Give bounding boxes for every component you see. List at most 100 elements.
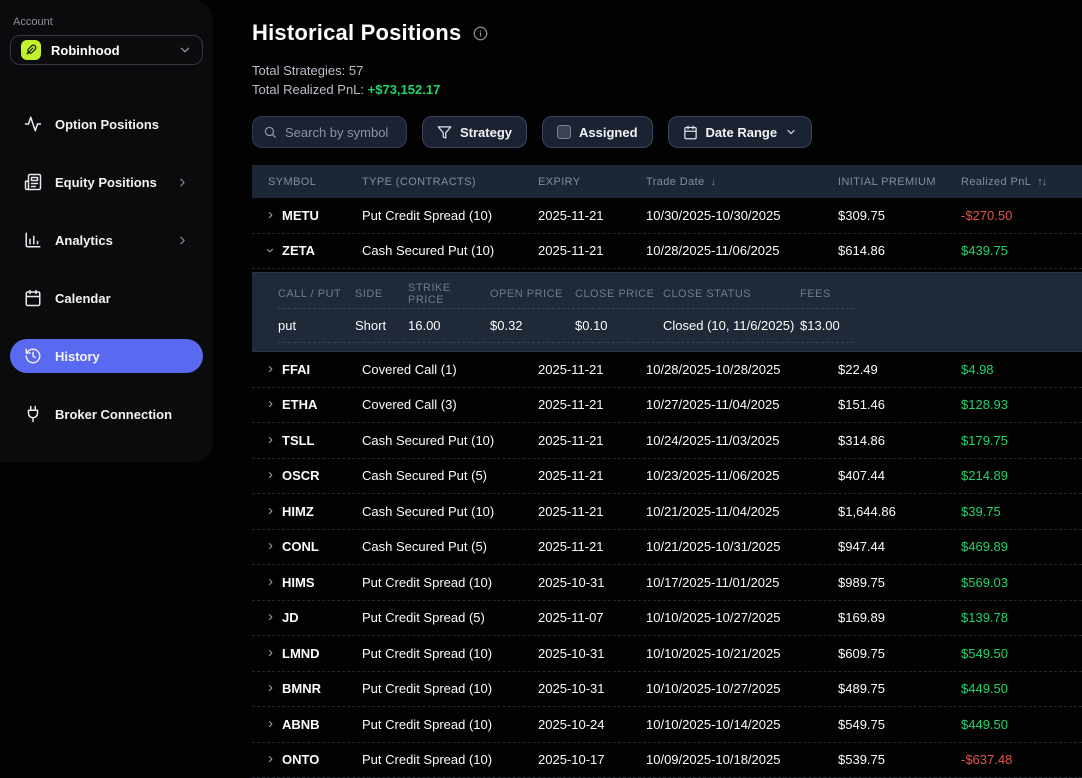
table-row[interactable]: › ZETA Cash Secured Put (10) 2025-11-21 … xyxy=(252,234,1082,270)
sidebar-item-label: Analytics xyxy=(55,233,163,248)
table-row[interactable]: › BMNR Put Credit Spread (10) 2025-10-31… xyxy=(252,672,1082,708)
sidebar-item-calendar[interactable]: Calendar xyxy=(10,281,203,315)
sidebar-item-broker-connection[interactable]: Broker Connection xyxy=(10,397,203,431)
row-realized-pnl: $139.78 xyxy=(961,610,1082,625)
row-trade-date: 10/23/2025-11/06/2025 xyxy=(646,468,838,483)
search-input[interactable] xyxy=(285,125,396,140)
row-trade-date: 10/28/2025-10/28/2025 xyxy=(646,362,838,377)
table-row[interactable]: › ONTO Put Credit Spread (10) 2025-10-17… xyxy=(252,743,1082,778)
row-realized-pnl: $214.89 xyxy=(961,468,1082,483)
row-realized-pnl: -$637.48 xyxy=(961,752,1082,767)
row-expand-chevron-icon[interactable]: › xyxy=(268,538,273,553)
row-trade-date: 10/30/2025-10/30/2025 xyxy=(646,208,838,223)
row-expand-chevron-icon[interactable]: › xyxy=(268,503,273,518)
column-header-initial-premium: INITIAL PREMIUM xyxy=(838,176,961,188)
row-expand-chevron-icon[interactable]: › xyxy=(268,432,273,447)
row-initial-premium: $614.86 xyxy=(838,243,961,258)
page-title: Historical Positions xyxy=(252,20,461,46)
robinhood-logo-icon xyxy=(21,40,41,60)
detail-column-header: FEES xyxy=(800,288,854,300)
account-label: Account xyxy=(13,16,213,28)
column-header-symbol: SYMBOL xyxy=(268,176,362,188)
row-symbol: LMND xyxy=(282,646,320,661)
sidebar-item-history[interactable]: History xyxy=(10,339,203,373)
expanded-position-detail: CALL / PUTSIDESTRIKE PRICEOPEN PRICECLOS… xyxy=(252,272,1082,352)
table-row[interactable]: › METU Put Credit Spread (10) 2025-11-21… xyxy=(252,198,1082,234)
row-type: Put Credit Spread (10) xyxy=(362,681,538,696)
row-type: Put Credit Spread (10) xyxy=(362,208,538,223)
row-expand-chevron-icon[interactable]: › xyxy=(268,609,273,624)
row-initial-premium: $609.75 xyxy=(838,646,961,661)
row-initial-premium: $1,644.86 xyxy=(838,504,961,519)
table-row[interactable]: › CONL Cash Secured Put (5) 2025-11-21 1… xyxy=(252,530,1082,566)
table-row[interactable]: › ABNB Put Credit Spread (10) 2025-10-24… xyxy=(252,707,1082,743)
strategy-filter-button[interactable]: Strategy xyxy=(422,116,527,148)
row-expand-chevron-icon[interactable]: › xyxy=(268,716,273,731)
row-symbol: JD xyxy=(282,610,299,625)
row-initial-premium: $22.49 xyxy=(838,362,961,377)
detail-column-header: CLOSE STATUS xyxy=(663,288,800,300)
row-expiry: 2025-10-31 xyxy=(538,681,646,696)
sidebar-item-equity-positions[interactable]: Equity Positions xyxy=(10,165,203,199)
sidebar-item-option-positions[interactable]: Option Positions xyxy=(10,107,203,141)
detail-column-header: CLOSE PRICE xyxy=(575,288,663,300)
row-trade-date: 10/17/2025-11/01/2025 xyxy=(646,575,838,590)
table-row[interactable]: › JD Put Credit Spread (5) 2025-11-07 10… xyxy=(252,601,1082,637)
sidebar-item-label: Equity Positions xyxy=(55,175,163,190)
row-expand-chevron-icon[interactable]: › xyxy=(268,680,273,695)
row-expiry: 2025-11-07 xyxy=(538,610,646,625)
row-expand-chevron-icon[interactable]: › xyxy=(268,396,273,411)
sidebar-item-analytics[interactable]: Analytics xyxy=(10,223,203,257)
table-row[interactable]: › HIMZ Cash Secured Put (10) 2025-11-21 … xyxy=(252,494,1082,530)
row-initial-premium: $314.86 xyxy=(838,433,961,448)
row-symbol: ABNB xyxy=(282,717,320,732)
row-trade-date: 10/10/2025-10/14/2025 xyxy=(646,717,838,732)
row-realized-pnl: $549.50 xyxy=(961,646,1082,661)
row-realized-pnl: $128.93 xyxy=(961,397,1082,412)
account-selector[interactable]: Robinhood xyxy=(10,35,203,65)
table-row[interactable]: › ETHA Covered Call (3) 2025-11-21 10/27… xyxy=(252,388,1082,424)
table-row[interactable]: › LMND Put Credit Spread (10) 2025-10-31… xyxy=(252,636,1082,672)
row-expiry: 2025-11-21 xyxy=(538,468,646,483)
row-symbol: OSCR xyxy=(282,468,320,483)
row-symbol: ETHA xyxy=(282,397,317,412)
search-box[interactable] xyxy=(252,116,407,148)
row-expand-chevron-icon[interactable]: › xyxy=(268,574,273,589)
row-expand-chevron-icon[interactable]: › xyxy=(268,751,273,766)
search-icon xyxy=(263,125,277,139)
sidebar-item-label: Calendar xyxy=(55,291,189,306)
row-expiry: 2025-10-31 xyxy=(538,646,646,661)
row-expand-chevron-icon[interactable]: › xyxy=(268,645,273,660)
date-range-button[interactable]: Date Range xyxy=(668,116,813,148)
detail-column-header: CALL / PUT xyxy=(278,288,355,300)
row-expand-chevron-icon[interactable]: › xyxy=(268,207,273,222)
row-type: Cash Secured Put (10) xyxy=(362,504,538,519)
sidebar-item-label: Option Positions xyxy=(55,117,189,132)
row-realized-pnl: $469.89 xyxy=(961,539,1082,554)
table-row[interactable]: › TSLL Cash Secured Put (10) 2025-11-21 … xyxy=(252,423,1082,459)
assigned-filter-button[interactable]: Assigned xyxy=(542,116,653,148)
row-type: Covered Call (1) xyxy=(362,362,538,377)
row-trade-date: 10/27/2025-11/04/2025 xyxy=(646,397,838,412)
row-expand-chevron-icon[interactable]: › xyxy=(268,361,273,376)
row-symbol: TSLL xyxy=(282,433,315,448)
table-row[interactable]: › FFAI Covered Call (1) 2025-11-21 10/28… xyxy=(252,352,1082,388)
row-type: Covered Call (3) xyxy=(362,397,538,412)
row-symbol: CONL xyxy=(282,539,319,554)
column-header-trade-date[interactable]: Trade Date↓ xyxy=(646,176,838,188)
column-header-realized-pnl[interactable]: Realized PnL↑↓ xyxy=(961,176,1082,188)
bar-chart-icon xyxy=(24,231,42,249)
table-row[interactable]: › HIMS Put Credit Spread (10) 2025-10-31… xyxy=(252,565,1082,601)
row-realized-pnl: $179.75 xyxy=(961,433,1082,448)
row-type: Cash Secured Put (5) xyxy=(362,468,538,483)
row-type: Put Credit Spread (10) xyxy=(362,752,538,767)
table-header: SYMBOL TYPE (CONTRACTS) EXPIRY Trade Dat… xyxy=(252,165,1082,198)
info-icon[interactable] xyxy=(473,26,488,41)
row-expand-chevron-icon[interactable]: › xyxy=(263,248,278,253)
detail-column-header: SIDE xyxy=(355,288,408,300)
row-realized-pnl: $449.50 xyxy=(961,717,1082,732)
table-row[interactable]: › OSCR Cash Secured Put (5) 2025-11-21 1… xyxy=(252,459,1082,495)
row-expand-chevron-icon[interactable]: › xyxy=(268,467,273,482)
sidebar: Account Robinhood Option Positions Equit… xyxy=(0,0,213,462)
row-initial-premium: $407.44 xyxy=(838,468,961,483)
